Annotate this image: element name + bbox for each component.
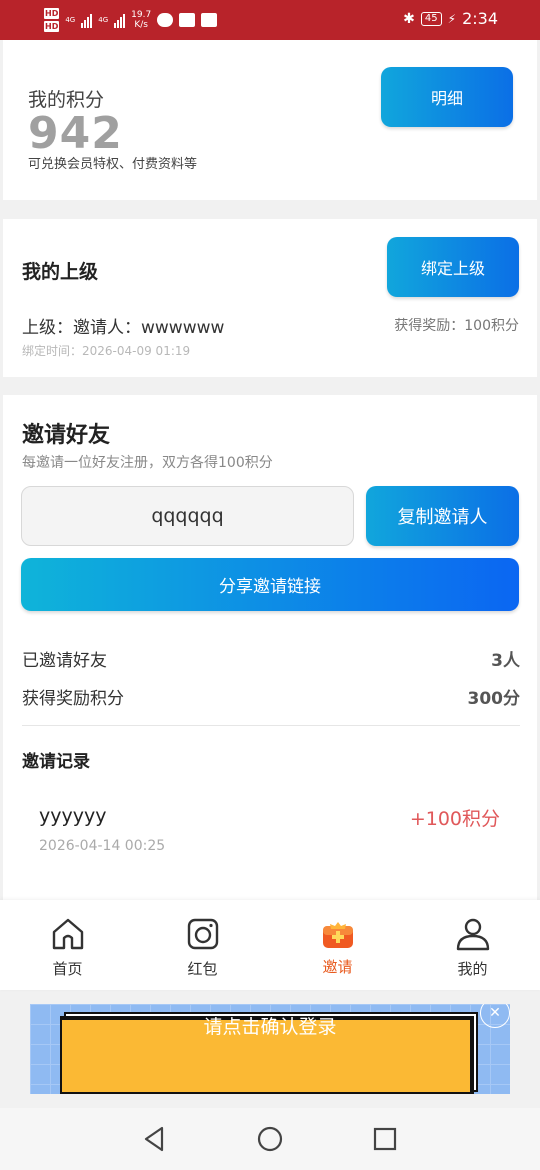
tab-label: 我的 bbox=[457, 960, 488, 978]
superior-reward: 获得奖励：100积分 bbox=[394, 318, 519, 334]
record-points: +100积分 bbox=[409, 808, 500, 830]
superior-inviter: 上级：邀请人：wwwwww bbox=[22, 318, 225, 338]
network-type-2: 4G bbox=[98, 15, 108, 25]
points-description: 可兑换会员特权、付费资料等 bbox=[28, 157, 198, 172]
status-left: HD HD 4G 4G 19.7 K/s bbox=[44, 5, 218, 35]
divider bbox=[22, 725, 520, 726]
invite-title: 邀请好友 bbox=[22, 423, 111, 448]
battery-icon: 45 bbox=[420, 11, 442, 26]
person-icon bbox=[456, 918, 489, 951]
tab-label: 邀请 bbox=[322, 958, 353, 976]
ad-banner[interactable]: 请点击确认登录 ✕ bbox=[30, 1004, 510, 1094]
share-link-button[interactable]: 分享邀请链接 bbox=[21, 558, 519, 611]
network-speed-unit: K/s bbox=[134, 20, 148, 30]
ad-text: 请点击确认登录 bbox=[203, 1016, 337, 1038]
home-icon bbox=[52, 918, 83, 950]
tab-invite[interactable]: 邀请 bbox=[270, 900, 405, 990]
hd-badge: HD bbox=[44, 8, 60, 19]
detail-button[interactable]: 明细 bbox=[381, 67, 513, 127]
superior-title: 我的上级 bbox=[22, 261, 99, 283]
invite-card: 邀请好友 每邀请一位好友注册，双方各得100积分 qqqqqq 复制邀请人 分享… bbox=[3, 395, 537, 900]
record-time: 2026-04-14 00:25 bbox=[39, 838, 166, 854]
network-speed: 19.7 K/s bbox=[131, 10, 151, 30]
tab-mine[interactable]: 我的 bbox=[405, 900, 540, 990]
signal-icon bbox=[114, 12, 126, 28]
network-speed-value: 19.7 bbox=[131, 10, 152, 20]
points-value: 942 bbox=[28, 108, 123, 159]
hd-badge: HD bbox=[44, 21, 60, 32]
tab-home[interactable]: 首页 bbox=[0, 900, 135, 990]
tab-label: 首页 bbox=[52, 960, 83, 978]
system-nav-bar bbox=[0, 1108, 540, 1170]
points-card: 我的积分 942 可兑换会员特权、付费资料等 明细 bbox=[3, 40, 537, 200]
hd-badges: HD HD bbox=[44, 7, 60, 33]
box-app-icon bbox=[201, 13, 218, 27]
charging-icon: ⚡ bbox=[447, 11, 457, 26]
tab-bar: 首页 红包 邀请 我的 bbox=[0, 900, 540, 990]
superior-bind-time: 绑定时间：2026-04-09 01:19 bbox=[22, 344, 191, 358]
message-icon bbox=[157, 13, 174, 27]
stat-reward-points: 获得奖励积分 300分 bbox=[22, 684, 520, 709]
stat-label: 已邀请好友 bbox=[22, 651, 107, 671]
camera-icon bbox=[187, 918, 218, 950]
network-label: 4G bbox=[98, 16, 109, 24]
tab-redpacket[interactable]: 红包 bbox=[135, 900, 270, 990]
signal-icon bbox=[81, 12, 93, 28]
bluetooth-icon: ✱ bbox=[403, 10, 415, 27]
video-app-icon bbox=[179, 13, 196, 27]
superior-card: 我的上级 绑定上级 上级：邀请人：wwwwww 获得奖励：100积分 绑定时间：… bbox=[3, 219, 537, 377]
recents-icon[interactable] bbox=[370, 1124, 400, 1154]
invite-subtitle: 每邀请一位好友注册，双方各得100积分 bbox=[22, 455, 273, 471]
records-title: 邀请记录 bbox=[22, 752, 90, 772]
record-name: yyyyyy bbox=[39, 805, 107, 827]
gift-icon bbox=[322, 922, 353, 948]
status-right: ✱ 45 ⚡ 2:34 bbox=[403, 9, 498, 28]
bind-superior-button[interactable]: 绑定上级 bbox=[387, 237, 519, 297]
home-nav-icon[interactable] bbox=[255, 1124, 285, 1154]
back-icon[interactable] bbox=[140, 1124, 170, 1154]
clock: 2:34 bbox=[462, 9, 498, 28]
stat-invited-friends: 已邀请好友 3人 bbox=[22, 646, 520, 671]
copy-inviter-button[interactable]: 复制邀请人 bbox=[366, 486, 519, 546]
tab-label: 红包 bbox=[187, 960, 218, 978]
status-bar: HD HD 4G 4G 19.7 K/s ✱ 45 ⚡ 2:34 bbox=[0, 0, 540, 40]
stat-label: 获得奖励积分 bbox=[22, 689, 124, 709]
stat-value: 300分 bbox=[467, 689, 521, 709]
stat-value: 3人 bbox=[491, 651, 520, 671]
invite-code-field[interactable]: qqqqqq bbox=[21, 486, 354, 546]
network-label: 4G bbox=[65, 16, 76, 24]
network-type: 4G bbox=[65, 15, 75, 25]
